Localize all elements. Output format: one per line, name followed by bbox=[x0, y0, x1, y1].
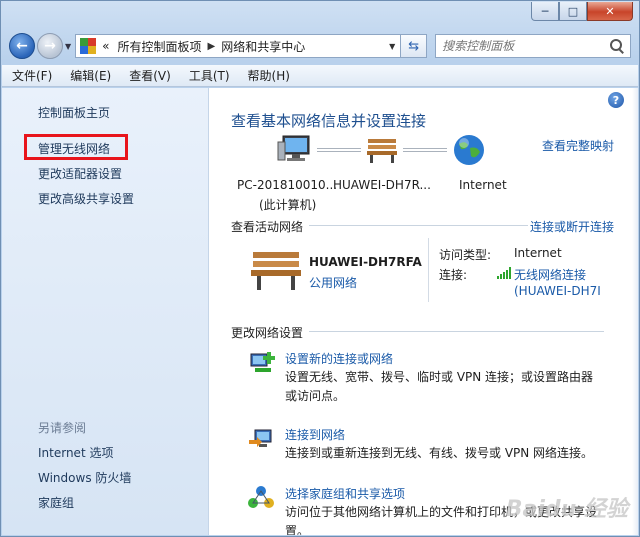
connection-line-2 bbox=[403, 148, 447, 152]
network-bench-icon bbox=[251, 252, 301, 290]
minimize-button[interactable]: ─ bbox=[531, 2, 559, 21]
breadcrumb-network-center[interactable]: 网络和共享中心 bbox=[221, 38, 305, 55]
menu-help[interactable]: 帮助(H) bbox=[248, 67, 290, 84]
change-settings-heading: 更改网络设置 bbox=[231, 326, 304, 340]
control-panel-window: ─ □ ✕ ← → ▼ « 所有控制面板项 ▶ 网络和共享中心 ▼ ⇆ 文件(F… bbox=[0, 0, 640, 537]
wifi-signal-icon bbox=[497, 267, 511, 279]
connection-line-1 bbox=[317, 148, 361, 152]
address-bar[interactable]: « 所有控制面板项 ▶ 网络和共享中心 ▼ bbox=[75, 34, 402, 58]
sidebar-advanced-sharing[interactable]: 更改高级共享设置 bbox=[38, 190, 134, 207]
menu-view[interactable]: 查看(V) bbox=[129, 67, 171, 84]
back-button[interactable]: ← bbox=[9, 33, 35, 59]
bench-icon bbox=[367, 139, 397, 163]
help-icon[interactable]: ? bbox=[608, 92, 624, 108]
search-box[interactable] bbox=[435, 34, 631, 58]
page-title: 查看基本网络信息并设置连接 bbox=[231, 112, 427, 130]
sidebar-homegroup[interactable]: 家庭组 bbox=[38, 494, 74, 511]
baidu-watermark: Baidu 经验 bbox=[505, 497, 628, 522]
internet-label: Internet bbox=[459, 178, 507, 192]
sidebar: 控制面板主页 管理无线网络 更改适配器设置 更改高级共享设置 另请参阅 Inte… bbox=[2, 88, 209, 535]
breadcrumb-separator-icon[interactable]: ▶ bbox=[208, 41, 216, 52]
search-input[interactable] bbox=[442, 39, 610, 53]
refresh-icon: ⇆ bbox=[408, 38, 420, 54]
sidebar-manage-wireless[interactable]: 管理无线网络 bbox=[38, 140, 110, 157]
control-panel-icon bbox=[80, 38, 97, 54]
close-button[interactable]: ✕ bbox=[587, 2, 633, 21]
pc-sub-label: (此计算机) bbox=[259, 198, 317, 212]
maximize-button[interactable]: □ bbox=[559, 2, 587, 21]
back-arrow-icon: ← bbox=[16, 38, 28, 54]
network-map: PC-201810010... (此计算机) HUAWEI-DH7R... In… bbox=[209, 132, 609, 212]
homegroup-link[interactable]: 选择家庭组和共享选项 bbox=[285, 485, 405, 502]
sidebar-internet-options[interactable]: Internet 选项 bbox=[38, 444, 113, 461]
breadcrumb-overflow[interactable]: « bbox=[102, 39, 109, 53]
globe-icon bbox=[454, 135, 484, 165]
section-rule-1 bbox=[309, 225, 528, 226]
address-dropdown-icon[interactable]: ▼ bbox=[384, 42, 400, 51]
wireless-connection-ssid[interactable]: (HUAWEI-DH7I bbox=[514, 284, 601, 298]
menu-file[interactable]: 文件(F) bbox=[12, 67, 52, 84]
wireless-connection-link[interactable]: 无线网络连接 bbox=[514, 266, 586, 283]
navigation-bar: ← → ▼ « 所有控制面板项 ▶ 网络和共享中心 ▼ ⇆ bbox=[9, 31, 631, 61]
sidebar-windows-firewall[interactable]: Windows 防火墙 bbox=[38, 469, 131, 486]
search-icon[interactable] bbox=[610, 39, 624, 53]
sidebar-adapter-settings[interactable]: 更改适配器设置 bbox=[38, 165, 122, 182]
network-divider bbox=[428, 238, 429, 302]
network-name: HUAWEI-DH7RFA bbox=[309, 255, 422, 269]
access-type-value: Internet bbox=[514, 246, 562, 260]
new-connection-desc: 设置无线、宽带、拨号、临时或 VPN 连接；或设置路由器或访问点。 bbox=[285, 370, 594, 403]
menu-edit[interactable]: 编辑(E) bbox=[70, 67, 111, 84]
new-connection-link[interactable]: 设置新的连接或网络 bbox=[285, 350, 393, 367]
homegroup-icon bbox=[248, 486, 274, 508]
active-networks-heading: 查看活动网络 bbox=[231, 220, 304, 234]
access-type-label: 访问类型: bbox=[439, 248, 492, 262]
computer-icon bbox=[277, 135, 310, 161]
sidebar-home-link[interactable]: 控制面板主页 bbox=[38, 104, 110, 121]
connection-label: 连接: bbox=[439, 268, 468, 282]
refresh-button[interactable]: ⇆ bbox=[401, 34, 428, 58]
connect-disconnect-link[interactable]: 连接或断开连接 bbox=[530, 218, 614, 235]
caption-buttons: ─ □ ✕ bbox=[531, 2, 633, 21]
connect-network-link[interactable]: 连接到网络 bbox=[285, 426, 345, 443]
connect-network-desc: 连接到或重新连接到无线、有线、拨号或 VPN 网络连接。 bbox=[285, 446, 594, 460]
connect-network-icon bbox=[249, 429, 272, 447]
forward-arrow-icon: → bbox=[44, 38, 56, 54]
pc-name-label: PC-201810010... bbox=[237, 178, 338, 192]
menu-tools[interactable]: 工具(T) bbox=[189, 67, 230, 84]
breadcrumb-all-items[interactable]: 所有控制面板项 bbox=[118, 38, 202, 55]
menu-bar: 文件(F) 编辑(E) 查看(V) 工具(T) 帮助(H) bbox=[2, 65, 638, 87]
network-type-link[interactable]: 公用网络 bbox=[309, 274, 357, 291]
recent-pages-dropdown-icon[interactable]: ▼ bbox=[65, 42, 71, 51]
section-rule-2 bbox=[309, 331, 604, 332]
router-name-label: HUAWEI-DH7R... bbox=[333, 178, 431, 192]
forward-button[interactable]: → bbox=[37, 33, 63, 59]
new-connection-icon bbox=[250, 352, 275, 372]
see-also-heading: 另请参阅 bbox=[38, 421, 87, 435]
main-panel: ? 查看基本网络信息并设置连接 查看完整映射 PC-201810010... (… bbox=[209, 88, 638, 535]
scrollbar-edge[interactable] bbox=[632, 88, 638, 535]
